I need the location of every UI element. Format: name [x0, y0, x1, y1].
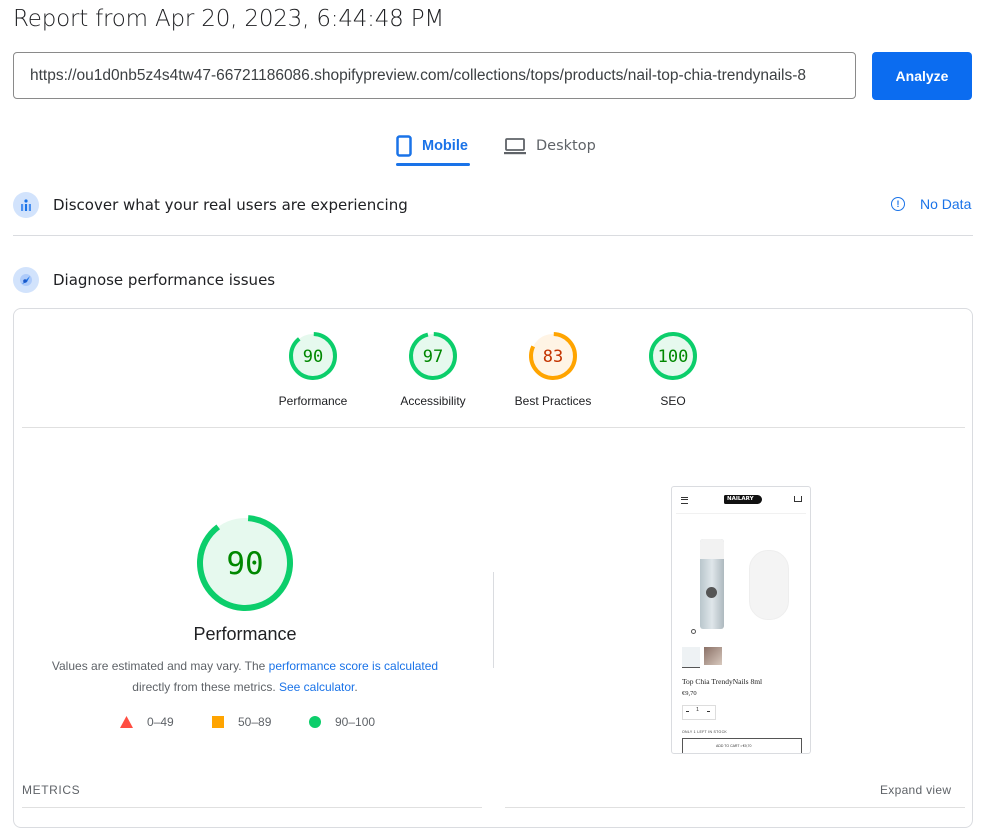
gauge-label: Best Practices [514, 394, 592, 408]
legend-pass-label: 90–100 [335, 715, 376, 729]
triangle-icon [120, 716, 133, 728]
performance-title: Performance [193, 624, 297, 644]
category-gauges: 90 97 83 100 [289, 331, 697, 380]
stock-note: ONLY 1 LEFT IN STOCK [682, 730, 728, 734]
product-price: €9,70 [682, 690, 697, 697]
cart-icon [794, 496, 802, 502]
gauge-label: Performance [278, 394, 348, 408]
product-bottle-badge [706, 587, 717, 598]
metrics-heading: METRICS [22, 783, 81, 797]
legend-pass: 90–100 [309, 715, 375, 729]
thumbnail-1 [682, 647, 700, 668]
zoom-icon [691, 629, 696, 634]
quantity-value: 1 [696, 707, 700, 713]
header-divider [676, 513, 806, 514]
see-calculator-link[interactable]: See calculator [279, 680, 354, 694]
gauge-score: 90 [303, 347, 323, 367]
square-icon [212, 716, 224, 728]
gauge-score: 97 [423, 347, 443, 367]
gauge-performance[interactable]: 90 [289, 332, 337, 380]
gauge-best-practices[interactable]: 83 [529, 332, 577, 380]
gauges-divider [22, 427, 965, 428]
score-calculated-link[interactable]: performance score is calculated [269, 659, 438, 673]
product-name: Top Chia TrendyNails 8ml [682, 677, 763, 686]
nail-swatch [749, 550, 789, 620]
brand-logo-text: NAILARY [727, 496, 754, 502]
product-bottle-cap [700, 539, 724, 559]
gauge-seo[interactable]: 100 [649, 332, 697, 380]
legend-average: 50–89 [212, 715, 271, 729]
performance-score-large: 90 [226, 546, 263, 582]
add-to-cart-label: ADD TO CART • €9,70 [716, 744, 752, 748]
gauge-score: 83 [543, 347, 563, 367]
gauge-accessibility[interactable]: 97 [409, 331, 457, 380]
performance-description: Values are estimated and may vary. The p… [40, 656, 450, 698]
desc-text: . [354, 680, 358, 694]
performance-gauge-large: 90 [197, 515, 293, 611]
gauge-score: 100 [658, 347, 689, 367]
legend-fail: 0–49 [120, 715, 174, 729]
gauge-label: SEO [660, 394, 686, 408]
hamburger-menu-icon-mid [681, 499, 688, 500]
desc-text: Values are estimated and may vary. The [51, 659, 269, 673]
page-screenshot: NAILARY Top Chia TrendyNails 8ml €9,70 1… [671, 486, 811, 754]
metrics-divider-right [505, 807, 965, 808]
vertical-divider [493, 572, 494, 668]
quantity-minus [686, 711, 689, 712]
legend-average-label: 50–89 [238, 715, 272, 729]
legend-fail-label: 0–49 [147, 715, 174, 729]
quantity-plus [707, 711, 710, 712]
thumbnail-2 [704, 647, 722, 665]
desc-text: directly from these metrics. [132, 680, 279, 694]
expand-view-toggle[interactable]: Expand view [880, 783, 951, 797]
gauge-label: Accessibility [400, 394, 466, 408]
metrics-divider-left [22, 807, 482, 808]
circle-icon [309, 716, 321, 728]
